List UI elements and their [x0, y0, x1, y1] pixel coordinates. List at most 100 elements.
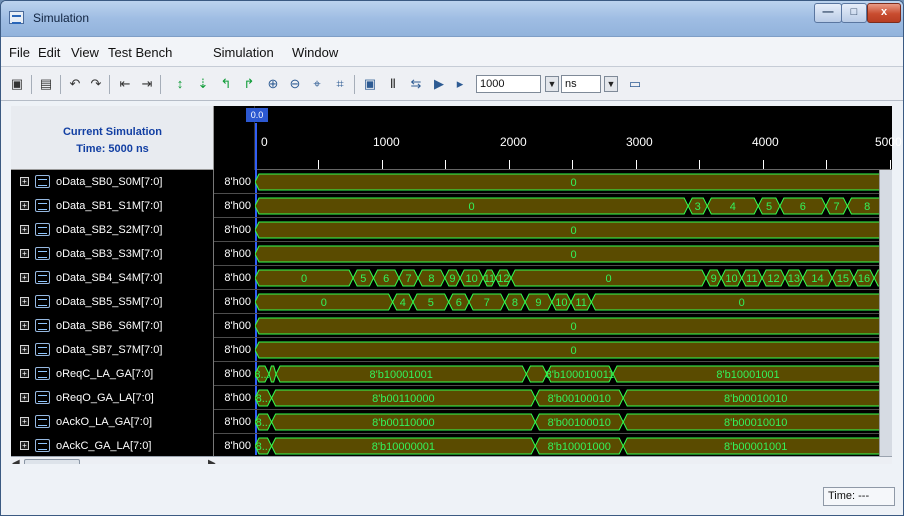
signal-name-cell[interactable]: + oData_SB3_S3M[7:0]: [11, 242, 214, 266]
signal-row[interactable]: + oData_SB2_S2M[7:0] 8'h00 0: [11, 218, 892, 242]
title-bar: Simulation — □ x: [1, 1, 903, 37]
print-icon[interactable]: ▣: [8, 75, 26, 93]
simulation-time-input[interactable]: 1000: [476, 75, 541, 93]
align-right-icon[interactable]: ⇥: [138, 75, 156, 93]
zoom-out-icon[interactable]: ⊖: [286, 75, 304, 93]
expand-icon[interactable]: +: [20, 417, 29, 426]
signal-row[interactable]: + oData_SB7_S7M[7:0] 8'h00 0: [11, 338, 892, 362]
timeline-tick: [826, 160, 827, 169]
expand-icon[interactable]: +: [20, 297, 29, 306]
signal-name-cell[interactable]: + oData_SB2_S2M[7:0]: [11, 218, 214, 242]
expand-icon[interactable]: +: [20, 321, 29, 330]
window-layout-icon[interactable]: ▭: [626, 75, 644, 93]
minimize-button[interactable]: —: [814, 3, 842, 23]
signal-waveform[interactable]: 8... 8'b00110000 8'b00100010 8'b00010010: [255, 386, 892, 410]
signal-row[interactable]: + oData_SB4_S4M[7:0] 8'h00 0 5 6 7 8 9 10 11 12 0 9 10…: [11, 266, 892, 290]
signal-name: oData_SB7_S7M[7:0]: [56, 344, 163, 356]
menu-view[interactable]: View: [71, 45, 99, 60]
signal-name-cell[interactable]: + oData_SB4_S4M[7:0]: [11, 266, 214, 290]
bus-value-label: 10: [725, 273, 737, 285]
expand-icon[interactable]: +: [20, 273, 29, 282]
zoom-to-cursor-icon[interactable]: ⌗: [331, 75, 349, 93]
expand-icon[interactable]: +: [20, 369, 29, 378]
signal-name-cell[interactable]: + oReqO_GA_LA[7:0]: [11, 386, 214, 410]
signal-row[interactable]: + oReqO_GA_LA[7:0] 8'h00 8... 8'b00110000 8'b…: [11, 386, 892, 410]
signal-waveform[interactable]: 0: [255, 314, 892, 338]
signal-waveform[interactable]: 0: [255, 338, 892, 362]
zoom-fit-icon[interactable]: ⌖: [308, 75, 326, 93]
signal-name-cell[interactable]: + oAckO_LA_GA[7:0]: [11, 410, 214, 434]
signal-waveform[interactable]: 8... 8'b10000001 8'b10001000 8'b00001001: [255, 434, 892, 458]
save-icon[interactable]: ▤: [37, 75, 55, 93]
signal-waveform[interactable]: 0: [255, 170, 892, 194]
expand-icon[interactable]: +: [20, 201, 29, 210]
time-cursor-label[interactable]: 0.0: [246, 108, 268, 122]
expand-icon[interactable]: +: [20, 393, 29, 402]
signal-waveform[interactable]: 0 4 5 6 7 8 9 10 11 0: [255, 290, 892, 314]
expand-icon[interactable]: +: [20, 177, 29, 186]
timeline-ruler: 0 1000 2000 3000 4000 5000: [255, 106, 902, 170]
signal-name-cell[interactable]: + oData_SB0_S0M[7:0]: [11, 170, 214, 194]
menu-test-bench[interactable]: Test Bench: [108, 45, 172, 60]
signal-name-cell[interactable]: + oData_SB5_S5M[7:0]: [11, 290, 214, 314]
expand-icon[interactable]: +: [20, 345, 29, 354]
signal-waveform[interactable]: 0: [255, 242, 892, 266]
time-unit-select[interactable]: ns: [561, 75, 601, 93]
signal-name-cell[interactable]: + oData_SB7_S7M[7:0]: [11, 338, 214, 362]
bus-value-label: 8'b10000001: [372, 441, 435, 453]
signal-row[interactable]: + oData_SB6_S6M[7:0] 8'h00 0: [11, 314, 892, 338]
run-for-time-icon[interactable]: ▸: [451, 75, 469, 93]
time-unit-dropdown-button[interactable]: ▼: [604, 76, 618, 92]
signal-name-cell[interactable]: + oAckC_GA_LA[7:0]: [11, 434, 214, 458]
waveform-svg: 0 4 5 6 7 8 9 10 11 0: [255, 293, 892, 311]
signal-name-cell[interactable]: + oData_SB6_S6M[7:0]: [11, 314, 214, 338]
close-button[interactable]: x: [867, 3, 901, 23]
timeline-label-5000: 5000: [875, 135, 902, 149]
bus-signal-icon: [35, 247, 50, 260]
signal-waveform[interactable]: 0: [255, 218, 892, 242]
bus-signal-icon: [35, 199, 50, 212]
signal-waveform[interactable]: 03456789: [255, 194, 892, 218]
waveform-panel: Current Simulation Time: 5000 ns 0 1000 …: [11, 106, 902, 470]
signal-row[interactable]: + oReqC_LA_GA[7:0] 8'h00 8... 8'b10001001 8'b…: [11, 362, 892, 386]
waveform-vertical-scrollbar[interactable]: [879, 170, 892, 456]
zoom-in-icon[interactable]: ⊕: [264, 75, 282, 93]
signal-waveform[interactable]: 8... 8'b00110000 8'b00100010 8'b00010010: [255, 410, 892, 434]
signal-row[interactable]: + oAckO_LA_GA[7:0] 8'h00 8... 8'b00110000 8'b…: [11, 410, 892, 434]
time-value-dropdown-button[interactable]: ▼: [545, 76, 559, 92]
run-to-icon[interactable]: ⇆: [407, 75, 425, 93]
run-icon[interactable]: ▶: [430, 75, 448, 93]
undo-icon[interactable]: ↶: [66, 75, 84, 93]
menu-simulation[interactable]: Simulation: [213, 45, 274, 60]
signal-row[interactable]: + oData_SB5_S5M[7:0] 8'h00 0 4 5 6 7 8 9 10 11 0: [11, 290, 892, 314]
status-time: Time: ---: [823, 487, 895, 506]
menu-edit[interactable]: Edit: [38, 45, 60, 60]
expand-icon[interactable]: +: [20, 249, 29, 258]
redo-icon[interactable]: ↷: [87, 75, 105, 93]
next-marker-icon[interactable]: ↱: [240, 75, 258, 93]
signal-row[interactable]: + oData_SB0_S0M[7:0] 8'h00 0: [11, 170, 892, 194]
signal-name: oData_SB2_S2M[7:0]: [56, 224, 163, 236]
pause-icon[interactable]: Ⅱ: [384, 75, 402, 93]
signal-row[interactable]: + oAckC_GA_LA[7:0] 8'h00 8... 8'b10000001 8'b…: [11, 434, 892, 458]
maximize-button[interactable]: □: [841, 3, 867, 23]
signal-waveform[interactable]: 05678910111209101112131415160: [255, 266, 892, 290]
menu-window[interactable]: Window: [292, 45, 338, 60]
bus-value-label: 0: [570, 321, 576, 333]
signal-value: 8'h00: [224, 272, 251, 284]
restart-simulation-icon[interactable]: ▣: [361, 75, 379, 93]
expand-icon[interactable]: +: [20, 441, 29, 450]
menu-file[interactable]: File: [9, 45, 30, 60]
signal-name-cell[interactable]: + oData_SB1_S1M[7:0]: [11, 194, 214, 218]
expand-icon[interactable]: +: [20, 225, 29, 234]
previous-marker-icon[interactable]: ↰: [217, 75, 235, 93]
align-left-icon[interactable]: ⇤: [116, 75, 134, 93]
signal-name-cell[interactable]: + oReqC_LA_GA[7:0]: [11, 362, 214, 386]
signal-row[interactable]: +oData_SB1_S1M[7:0]8'h0003456789: [11, 194, 892, 218]
waveform-svg: 8... 8'b00110000 8'b00100010 8'b00010010: [255, 413, 892, 431]
add-marker-icon[interactable]: ↕: [171, 75, 189, 93]
signal-row[interactable]: + oData_SB3_S3M[7:0] 8'h00 0: [11, 242, 892, 266]
delete-marker-icon[interactable]: ⇣: [194, 75, 212, 93]
signal-waveform[interactable]: 8... 8'b10001001 8'b100010011 8'b10001001: [255, 362, 892, 386]
signal-name: oData_SB4_S4M[7:0]: [56, 272, 163, 284]
